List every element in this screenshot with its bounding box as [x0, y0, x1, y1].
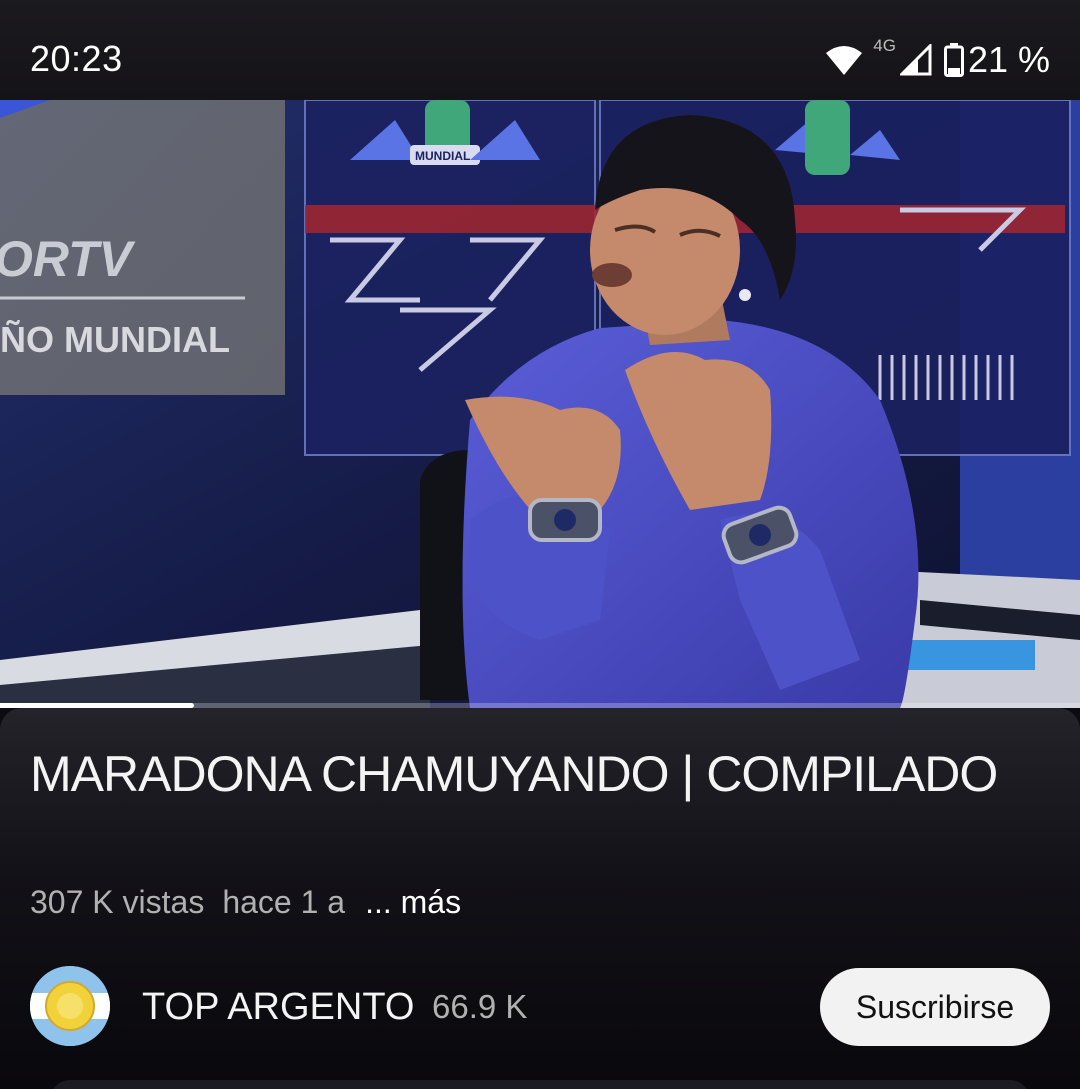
- battery-icon: [943, 43, 964, 77]
- video-info-panel: MARADONA CHAMUYANDO | COMPILADO 307 K vi…: [0, 708, 1080, 1089]
- next-card-edge: [50, 1080, 1030, 1089]
- video-player[interactable]: ORTV ÑO MUNDIAL MUNDIAL: [0, 100, 1080, 708]
- wifi-icon: [826, 46, 863, 75]
- channel-avatar[interactable]: [30, 966, 110, 1046]
- channel-row: TOP ARGENTO 66.9 K Suscribirse: [30, 966, 1050, 1050]
- status-bar: 20:23 4G 21 %: [0, 0, 1080, 100]
- status-time: 20:23: [30, 38, 123, 79]
- subscribe-button[interactable]: Suscribirse: [820, 968, 1050, 1046]
- network-type: 4G: [873, 36, 896, 55]
- video-title[interactable]: MARADONA CHAMUYANDO | COMPILADO: [30, 744, 1030, 804]
- channel-name[interactable]: TOP ARGENTO: [142, 986, 414, 1029]
- view-count: 307 K vistas: [30, 884, 205, 920]
- signal-icon: [899, 44, 932, 76]
- channel-logo-icon: [30, 966, 110, 1046]
- video-frame: ORTV ÑO MUNDIAL MUNDIAL: [0, 100, 1080, 708]
- overlay-text-emblem: MUNDIAL: [415, 149, 470, 163]
- battery-percent: 21 %: [967, 39, 1050, 80]
- more-link[interactable]: ... más: [365, 884, 461, 921]
- upload-age: hace 1 a: [222, 884, 346, 920]
- overlay-text-ortv: ORTV: [0, 231, 136, 287]
- overlay-text-mundial: ÑO MUNDIAL: [0, 318, 230, 360]
- app-screen: 20:23 4G 21 % ORTV ÑO MUNDIAL MUNDIAL MA…: [0, 0, 1080, 1089]
- subscriber-count: 66.9 K: [432, 988, 528, 1025]
- video-meta[interactable]: 307 K vistas hace 1 a ... más: [30, 884, 461, 921]
- status-icons: 4G 21 %: [825, 36, 1050, 82]
